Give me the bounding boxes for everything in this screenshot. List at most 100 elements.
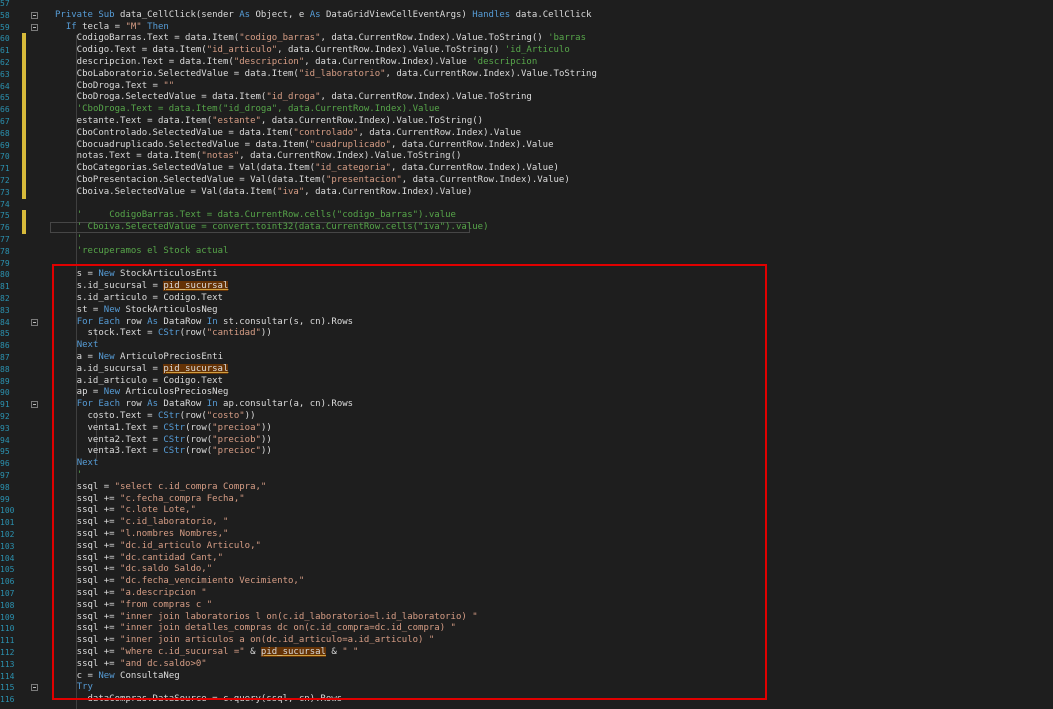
change-marker — [22, 163, 26, 175]
collapse-icon[interactable] — [31, 23, 38, 31]
line-number: 75 — [0, 211, 10, 221]
change-marker — [22, 45, 26, 57]
code-token: , data.CurrentRow.Index).Value.ToString(… — [320, 33, 549, 44]
code-token: , data.CurrentRow.Index).Value.ToString(… — [277, 45, 505, 56]
change-marker — [22, 33, 26, 46]
line-number: 95 — [0, 447, 10, 457]
code-line[interactable]: 66 'CboDroga.Text = data.Item("id_droga"… — [0, 104, 1053, 116]
code-token: "" — [163, 80, 175, 91]
line-number: 80 — [0, 270, 10, 280]
code-token: "descripcion" — [233, 57, 305, 67]
code-text: If tecla = "M" Then — [55, 22, 169, 34]
code-token: 'descripcion — [472, 57, 538, 67]
code-line[interactable]: 59 If tecla = "M" Then — [0, 22, 1053, 34]
line-number: 81 — [0, 282, 10, 292]
code-token: ' — [76, 234, 83, 244]
line-number: 116 — [0, 695, 15, 705]
code-token: , data.CurrentRow.Index).Value) — [304, 186, 473, 197]
line-number: 74 — [0, 199, 10, 209]
change-marker — [22, 139, 26, 152]
code-line[interactable]: 74 — [0, 199, 1053, 211]
change-marker — [22, 175, 26, 187]
code-token: Handles — [472, 9, 516, 20]
code-line[interactable]: 60 CodigoBarras.Text = data.Item("codigo… — [0, 33, 1053, 46]
code-token: Codigo.Text = data.Item( — [55, 45, 207, 56]
collapse-icon[interactable] — [31, 11, 38, 19]
collapse-icon[interactable] — [31, 318, 38, 326]
code-text: CboDroga.Text = "" — [55, 80, 175, 93]
line-number: 83 — [0, 305, 10, 315]
code-token: , data.CurrentRow.Index).Value — [390, 139, 554, 150]
code-line[interactable]: 75 ' CodigoBarras.Text = data.CurrentRow… — [0, 210, 1053, 223]
code-token: "estante" — [212, 116, 261, 126]
line-number: 107 — [0, 589, 15, 598]
code-token: "id_articulo" — [206, 45, 278, 56]
code-line[interactable]: 77 ' — [0, 234, 1053, 246]
code-token: , data.CurrentRow.Index).Value — [358, 127, 522, 138]
code-line[interactable]: 72 CboPresentacion.SelectedValue = Val(d… — [0, 175, 1053, 187]
code-line[interactable]: 68 CboControlado.SelectedValue = data.It… — [0, 127, 1053, 140]
code-token: Private Sub — [55, 9, 121, 20]
code-token: "M" — [125, 21, 148, 32]
code-line[interactable]: 58 Private Sub data_CellClick(sender As O… — [0, 10, 1053, 22]
code-text: ' CodigoBarras.Text = data.CurrentRow.ce… — [55, 210, 456, 222]
change-marker — [22, 80, 26, 93]
code-token: "notas" — [201, 151, 240, 162]
change-marker — [22, 68, 26, 81]
line-number: 88 — [0, 364, 10, 374]
line-number: 62 — [0, 58, 10, 67]
line-number: 101 — [0, 518, 15, 528]
code-text: 'recuperamos el Stock actual — [55, 246, 229, 258]
line-number: 108 — [0, 600, 15, 610]
line-number: 76 — [0, 223, 10, 233]
code-line[interactable]: 57 — [0, 0, 1053, 10]
line-number: 82 — [0, 294, 10, 303]
code-line[interactable]: 62 descripcion.Text = data.Item("descrip… — [0, 57, 1053, 69]
line-number: 98 — [0, 482, 10, 492]
code-token: Object, e — [255, 9, 310, 20]
code-line[interactable]: 63 CboLaboratorio.SelectedValue = data.I… — [0, 68, 1053, 81]
line-number: 69 — [0, 140, 10, 150]
code-line[interactable]: 76 ' Cboiva.SelectedValue = convert.toin… — [0, 222, 1053, 234]
code-token: Cboiva.SelectedValue = Val(data.Item( — [55, 186, 278, 197]
line-number: 85 — [0, 329, 10, 339]
code-editor[interactable]: 57 58 Private Sub data_CellClick(sender As… — [0, 0, 1053, 709]
code-line[interactable]: 69 Cbocuadruplicado.SelectedValue = data… — [0, 139, 1053, 152]
code-text: Private Sub data_CellClick(sender As Obj… — [55, 10, 592, 22]
collapse-icon[interactable] — [31, 684, 38, 692]
code-text: ' — [55, 234, 82, 246]
code-token: 'CboDroga.Text = data.Item("id_droga", d… — [76, 104, 440, 115]
code-line[interactable]: 67 estante.Text = data.Item("estante", d… — [0, 116, 1053, 128]
line-number: 97 — [0, 471, 10, 480]
code-token: , data.CurrentRow.Index).Value.ToString(… — [260, 116, 484, 126]
code-line[interactable]: 73 Cboiva.SelectedValue = Val(data.Item(… — [0, 186, 1053, 199]
code-line[interactable]: 65 CboDroga.SelectedValue = data.Item("i… — [0, 92, 1053, 105]
code-token: , data.CurrentRow.Index).Value.ToString — [320, 92, 532, 103]
code-line[interactable]: 64 CboDroga.Text = "" — [0, 80, 1053, 93]
line-number: 102 — [0, 530, 15, 539]
code-line[interactable]: 78 'recuperamos el Stock actual — [0, 246, 1053, 258]
code-token: As — [309, 9, 326, 20]
code-text: CboDroga.SelectedValue = data.Item("id_d… — [55, 92, 532, 104]
change-marker — [22, 104, 26, 116]
line-number: 111 — [0, 636, 15, 646]
line-number: 100 — [0, 506, 15, 516]
code-token: , data.CurrentRow.Index).Value — [304, 57, 473, 67]
code-token: CboDroga.SelectedValue = data.Item( — [55, 92, 267, 103]
collapse-icon[interactable] — [31, 401, 38, 409]
code-text: Cbocuadruplicado.SelectedValue = data.It… — [55, 140, 554, 152]
line-number: 65 — [0, 93, 10, 103]
code-line[interactable]: 70 notas.Text = data.Item("notas", data.… — [0, 151, 1053, 164]
code-line[interactable]: 61 Codigo.Text = data.Item("id_articulo"… — [0, 45, 1053, 57]
line-number: 104 — [0, 553, 15, 563]
change-marker — [22, 186, 26, 199]
change-marker — [22, 151, 26, 164]
code-line[interactable]: 71 CboCategorias.SelectedValue = Val(dat… — [0, 163, 1053, 175]
code-token: , data.CurrentRow.Index).Value) — [390, 163, 559, 174]
code-text: descripcion.Text = data.Item("descripcio… — [55, 57, 538, 69]
line-number: 84 — [0, 317, 10, 327]
